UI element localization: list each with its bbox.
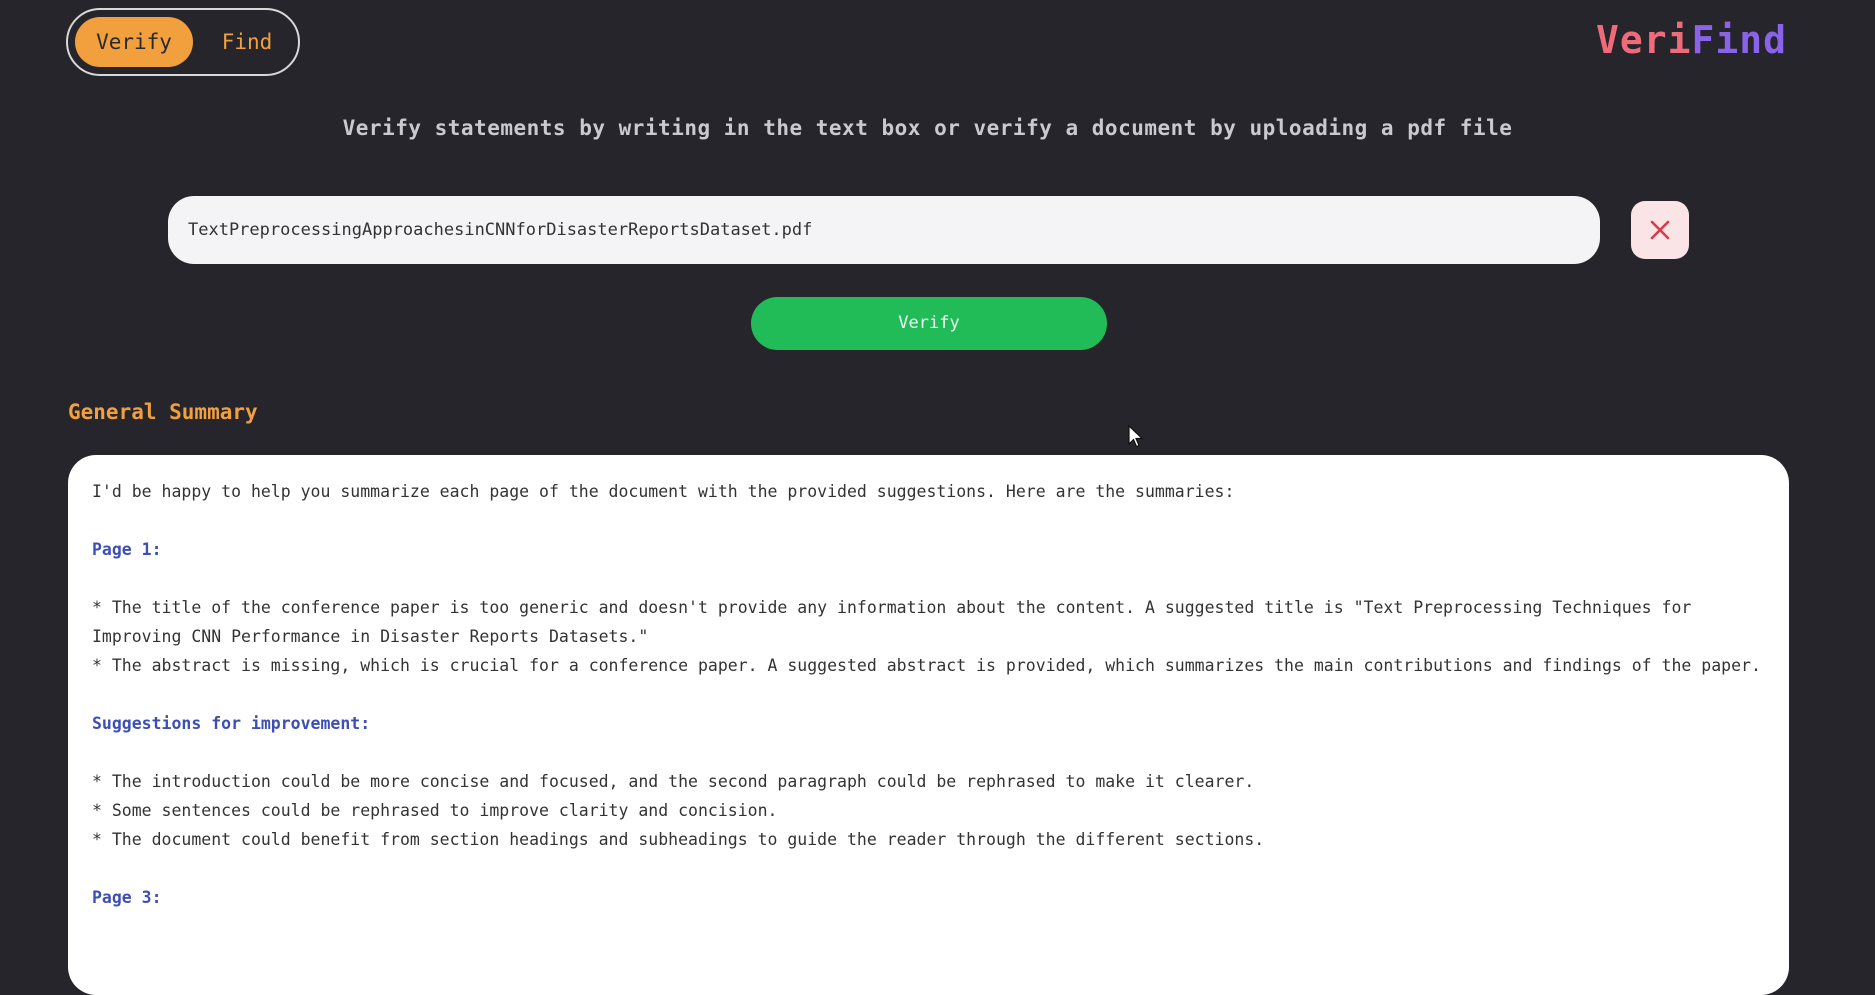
general-summary-title: General Summary xyxy=(68,400,258,424)
instructions-text: Verify statements by writing in the text… xyxy=(342,116,1513,140)
summary-card: I'd be happy to help you summarize each … xyxy=(68,455,1789,995)
mode-toggle: Verify Find xyxy=(66,8,300,76)
verify-submit-button[interactable]: Verify xyxy=(751,297,1107,350)
page-3-heading: Page 3: xyxy=(92,888,162,907)
clear-file-button[interactable] xyxy=(1631,201,1689,259)
suggestion-item-1: * The introduction could be more concise… xyxy=(92,772,1255,791)
suggestion-item-3: * The document could benefit from sectio… xyxy=(92,830,1265,849)
summary-intro: I'd be happy to help you summarize each … xyxy=(92,482,1235,501)
mouse-pointer-icon xyxy=(1128,424,1144,453)
brand-logo-part-veri: Veri xyxy=(1595,18,1692,62)
find-mode-button[interactable]: Find xyxy=(204,17,290,67)
suggestions-heading: Suggestions for improvement: xyxy=(92,714,371,733)
page-1-bullet-2: * The abstract is missing, which is cruc… xyxy=(92,656,1761,675)
verify-mode-button[interactable]: Verify xyxy=(75,17,193,67)
close-icon xyxy=(1650,220,1670,240)
page-1-heading: Page 1: xyxy=(92,540,162,559)
brand-logo: VeriFind xyxy=(1596,18,1787,62)
page-1-bullet-1: * The title of the conference paper is t… xyxy=(92,598,1702,646)
brand-logo-part-find: Find xyxy=(1691,18,1787,62)
file-input[interactable] xyxy=(168,196,1600,264)
suggestion-item-2: * Some sentences could be rephrased to i… xyxy=(92,801,778,820)
